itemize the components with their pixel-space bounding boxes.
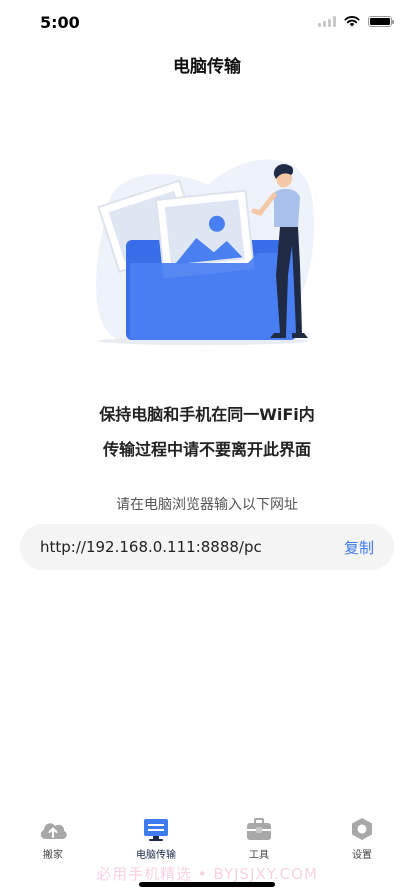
tab-tools-label: 工具 — [249, 850, 269, 861]
tab-settings-label: 设置 — [352, 850, 372, 861]
file-transfer-illustration — [96, 159, 314, 345]
battery-icon — [368, 15, 394, 27]
tab-settings[interactable]: 设置 — [322, 810, 402, 861]
browser-hint: 请在电脑浏览器输入以下网址 — [116, 497, 298, 513]
monitor-icon — [144, 819, 168, 841]
transfer-url: http://192.168.0.111:8888/pc — [40, 538, 262, 556]
stay-instruction: 传输过程中请不要离开此界面 — [102, 440, 311, 459]
status-bar: 5:00 — [0, 0, 414, 44]
tab-pc-transfer-label: 电脑传输 — [136, 850, 176, 861]
wifi-instruction: 保持电脑和手机在同一WiFi内 — [99, 405, 315, 424]
tab-move-label: 搬家 — [43, 850, 63, 861]
watermark: 必用手机精选 • BYJSJXY.COM — [96, 865, 318, 883]
cloud-upload-icon — [40, 823, 67, 839]
toolbox-icon — [247, 818, 271, 840]
status-icons — [318, 15, 394, 27]
page-title: 电脑传输 — [173, 57, 241, 77]
gear-icon — [352, 818, 372, 840]
tab-tools[interactable]: 工具 — [219, 810, 299, 861]
tab-pc-transfer[interactable]: 电脑传输 — [116, 810, 196, 861]
cellular-signal-icon — [318, 15, 336, 27]
status-time: 5:00 — [40, 13, 80, 32]
wifi-icon — [344, 16, 360, 27]
copy-button[interactable]: 复制 — [344, 537, 374, 558]
home-indicator — [139, 882, 275, 887]
tab-move[interactable]: 搬家 — [13, 810, 93, 861]
url-bar: http://192.168.0.111:8888/pc 复制 — [20, 524, 394, 570]
